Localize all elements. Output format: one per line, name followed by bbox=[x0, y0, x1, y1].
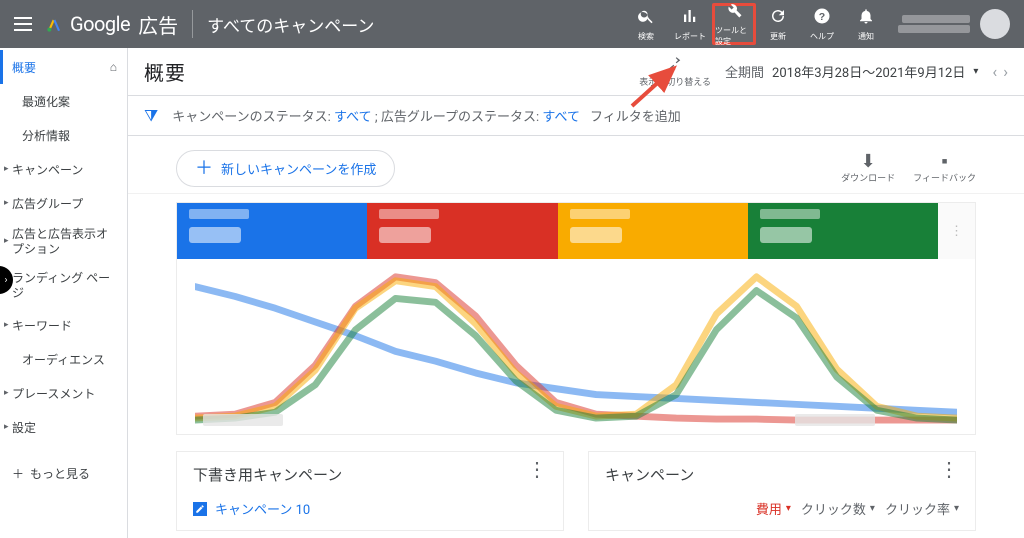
plus-icon: ＋ bbox=[12, 465, 24, 482]
toolbar: ＋ 新しいキャンペーンを作成 ⬇ダウンロード ▪フィードバック bbox=[128, 136, 1024, 194]
card-title: キャンペーン bbox=[605, 464, 959, 485]
campaigns-card: ⋮ キャンペーン 費用▾ クリック数▾ クリック率▾ bbox=[588, 451, 976, 531]
sidebar-item-overview[interactable]: 概要 ⌂ bbox=[0, 50, 127, 84]
chevron-down-icon: ▾ bbox=[870, 503, 875, 514]
sidebar-show-more[interactable]: ＋もっと見る bbox=[0, 454, 127, 492]
notifications-icon[interactable]: 通知 bbox=[844, 3, 888, 45]
draft-campaign-link[interactable]: キャンペーン 10 bbox=[215, 499, 310, 518]
sidebar-item-recommendations[interactable]: 最適化案 bbox=[0, 84, 127, 118]
brand-sub: 広告 bbox=[138, 10, 178, 39]
chart-plot bbox=[177, 259, 975, 434]
toggle-view-button[interactable]: 表示を切り替える bbox=[639, 56, 711, 88]
page-title: 概要 bbox=[144, 57, 186, 86]
sidebar-item-settings[interactable]: ▸設定 bbox=[0, 410, 127, 444]
metric-cost[interactable]: 費用▾ bbox=[756, 499, 791, 518]
swap-icon bbox=[666, 56, 684, 75]
tools-settings-icon[interactable]: ツールと設定 bbox=[712, 3, 756, 45]
chart-tab-1[interactable] bbox=[177, 203, 367, 259]
chevron-right-icon: ▸ bbox=[4, 388, 9, 398]
metric-ctr[interactable]: クリック率▾ bbox=[885, 499, 959, 518]
card-title: 下書き用キャンペーン bbox=[193, 464, 547, 485]
chevron-right-icon: ▸ bbox=[4, 164, 9, 174]
chart-tab-3[interactable] bbox=[558, 203, 748, 259]
chevron-right-icon: ▸ bbox=[4, 422, 9, 432]
feedback-button[interactable]: ▪フィードバック bbox=[913, 153, 976, 184]
sidebar-item-ads-extensions[interactable]: ▸広告と広告表示オプション bbox=[0, 220, 127, 264]
reports-icon[interactable]: レポート bbox=[668, 3, 712, 45]
feedback-icon: ▪ bbox=[941, 153, 947, 171]
metric-clicks[interactable]: クリック数▾ bbox=[801, 499, 875, 518]
sidebar-item-audiences[interactable]: オーディエンス bbox=[0, 342, 127, 376]
content-area: 概要 表示を切り替える 全期間 2018年3月28日～2021年9月12日 ▾ … bbox=[128, 48, 1024, 538]
date-next-button[interactable]: › bbox=[1003, 62, 1008, 81]
chevron-right-icon: ▸ bbox=[4, 198, 9, 208]
draft-campaigns-card: ⋮ 下書き用キャンペーン キャンペーン 10 bbox=[176, 451, 564, 531]
refresh-icon[interactable]: 更新 bbox=[756, 3, 800, 45]
filter-bar: ⧩ キャンペーンのステータス: すべて ; 広告グループのステータス: すべて … bbox=[128, 96, 1024, 136]
chevron-down-icon: ▾ bbox=[973, 66, 978, 77]
more-icon: ⋮ bbox=[950, 224, 963, 239]
avatar[interactable] bbox=[980, 9, 1010, 39]
chart-tab-4[interactable] bbox=[748, 203, 938, 259]
chevron-right-icon: ▸ bbox=[4, 320, 9, 330]
chevron-right-icon: ▸ bbox=[4, 236, 9, 247]
sidebar-item-campaigns[interactable]: ▸キャンペーン bbox=[0, 152, 127, 186]
summary-chart-card: ⋮ bbox=[176, 202, 976, 435]
svg-text:?: ? bbox=[819, 10, 825, 22]
brand-logo[interactable]: Google 広告 bbox=[46, 10, 178, 39]
ads-logo-icon bbox=[46, 15, 62, 33]
date-range-label: 全期間 bbox=[725, 62, 764, 81]
filter-summary[interactable]: キャンペーンのステータス: すべて ; 広告グループのステータス: すべて bbox=[172, 106, 580, 125]
sidebar-item-adgroups[interactable]: ▸広告グループ bbox=[0, 186, 127, 220]
download-icon: ⬇ bbox=[861, 153, 876, 171]
sidebar-item-keywords[interactable]: ▸キーワード bbox=[0, 308, 127, 342]
date-prev-button[interactable]: ‹ bbox=[992, 62, 997, 81]
card-menu-button[interactable]: ⋮ bbox=[527, 464, 547, 474]
header-icon-bar: 検索 レポート ツールと設定 更新 ? ヘルプ 通知 bbox=[624, 3, 1016, 45]
chevron-down-icon: ▾ bbox=[786, 503, 791, 514]
chart-tab-2[interactable] bbox=[367, 203, 557, 259]
app-header: Google 広告 すべてのキャンペーン 検索 レポート ツールと設定 更新 ?… bbox=[0, 0, 1024, 48]
date-range-picker[interactable]: 全期間 2018年3月28日～2021年9月12日 ▾ ‹ › bbox=[725, 62, 1008, 81]
plus-icon: ＋ bbox=[195, 164, 213, 173]
new-campaign-button[interactable]: ＋ 新しいキャンペーンを作成 bbox=[176, 150, 395, 187]
download-button[interactable]: ⬇ダウンロード bbox=[841, 153, 895, 184]
help-icon[interactable]: ? ヘルプ bbox=[800, 3, 844, 45]
account-info[interactable] bbox=[898, 15, 970, 33]
header-divider bbox=[192, 10, 193, 38]
header-title: すべてのキャンペーン bbox=[207, 12, 374, 37]
add-filter-button[interactable]: フィルタを追加 bbox=[590, 106, 681, 125]
chart-metric-tabs: ⋮ bbox=[177, 203, 975, 259]
card-menu-button[interactable]: ⋮ bbox=[939, 464, 959, 474]
sidebar: 概要 ⌂ 最適化案 分析情報 ▸キャンペーン ▸広告グループ ▸広告と広告表示オ… bbox=[0, 48, 128, 538]
sidebar-item-placements[interactable]: ▸プレースメント bbox=[0, 376, 127, 410]
sidebar-item-insights[interactable]: 分析情報 bbox=[0, 118, 127, 152]
funnel-icon[interactable]: ⧩ bbox=[144, 106, 158, 126]
content-header: 概要 表示を切り替える 全期間 2018年3月28日～2021年9月12日 ▾ … bbox=[128, 48, 1024, 96]
home-icon: ⌂ bbox=[110, 60, 117, 74]
hamburger-icon[interactable] bbox=[14, 12, 38, 36]
search-icon[interactable]: 検索 bbox=[624, 3, 668, 45]
sidebar-item-landing-pages[interactable]: ▸ランディング ページ bbox=[0, 264, 127, 308]
brand-name: Google bbox=[70, 12, 130, 36]
pencil-icon bbox=[193, 502, 207, 516]
date-range-value: 2018年3月28日～2021年9月12日 bbox=[772, 62, 965, 81]
chart-tab-add[interactable]: ⋮ bbox=[938, 203, 975, 259]
chevron-down-icon: ▾ bbox=[954, 503, 959, 514]
